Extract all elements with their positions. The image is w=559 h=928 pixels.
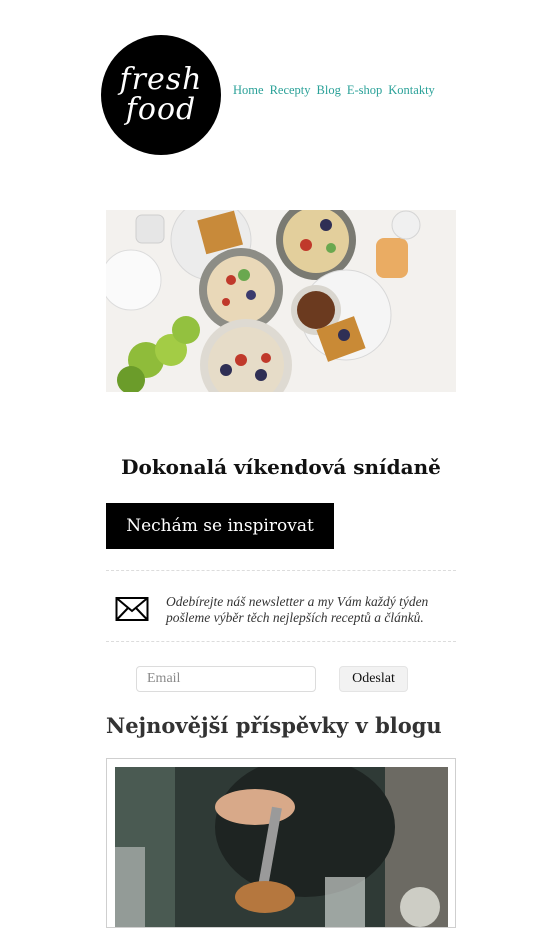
logo-line-1: fresh	[119, 62, 203, 97]
featured-headline: Dokonalá víkendová snídaně	[121, 455, 441, 479]
blog-section-title: Nejnovější příspěvky v blogu	[106, 713, 442, 738]
newsletter-text: Odebírejte náš newsletter a my Vám každý…	[166, 594, 429, 625]
nav-recepty[interactable]: Recepty	[270, 83, 311, 98]
fresh-food-logo[interactable]: fresh food	[101, 35, 221, 155]
divider-bottom	[106, 641, 456, 642]
logo-line-2: food	[125, 92, 197, 127]
nav-e-shop[interactable]: E-shop	[347, 83, 382, 98]
blog-post-card[interactable]	[106, 758, 456, 928]
blog-post-image	[115, 767, 448, 927]
nav-blog[interactable]: Blog	[317, 83, 341, 98]
inspire-button[interactable]: Nechám se inspirovat	[106, 503, 334, 549]
submit-button[interactable]: Odeslat	[339, 666, 408, 692]
hero-image	[106, 210, 456, 392]
nav-kontakty[interactable]: Kontakty	[388, 83, 435, 98]
nav-home[interactable]: Home	[233, 83, 264, 98]
divider-top	[106, 570, 456, 571]
main-navigation: Home Recepty Blog E-shop Kontakty	[233, 83, 435, 98]
envelope-icon	[115, 595, 149, 627]
email-input[interactable]	[136, 666, 316, 692]
